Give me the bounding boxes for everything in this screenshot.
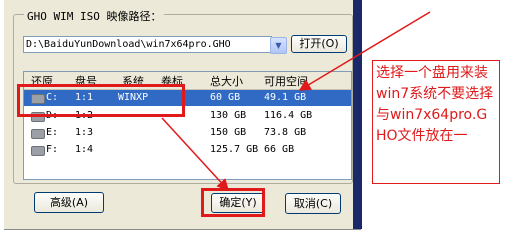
free-space: 49.1 GB [264,92,307,103]
total-size: 125.7 GB [210,144,259,155]
cancel-button[interactable]: 取消(C) [285,193,341,214]
free-space: 66 GB [264,144,295,155]
ok-button-highlight [201,188,265,217]
instruction-note: 选择一个盘用来装win7系统不要选择与win7x64pro.GHO文件放在一 [372,60,500,184]
chevron-down-icon: ▼ [275,41,282,50]
disk-number: 1:3 [75,127,94,138]
total-size: 60 GB [210,92,241,103]
hard-disk-icon [31,129,45,139]
col-free-space[interactable]: 可用空间 [264,73,308,89]
window-edge [353,0,362,229]
total-size: 150 GB [210,127,247,138]
group-title: GHO WIM ISO 映像路径： [24,8,165,24]
drive-letter: E: [46,127,59,138]
free-space: 116.4 GB [264,110,313,121]
advanced-button[interactable]: 高级(A) [34,192,104,213]
drive-letter: F: [46,144,59,155]
image-path-input[interactable]: D:\BaiduYunDownload\win7x64pro.GHO [23,36,272,53]
disk-number: 1:4 [75,144,94,155]
partition-row[interactable]: F: 1:4 125.7 GB 66 GB [24,142,351,158]
path-dropdown-button[interactable]: ▼ [270,37,287,54]
col-total-size[interactable]: 总大小 [210,73,243,89]
hard-disk-icon [31,146,45,156]
total-size: 130 GB [210,110,247,121]
free-space: 73.8 GB [264,127,307,138]
open-button[interactable]: 打开(O) [291,35,347,53]
selected-row-highlight [17,84,185,117]
partition-row[interactable]: E: 1:3 150 GB 73.8 GB [24,125,351,141]
